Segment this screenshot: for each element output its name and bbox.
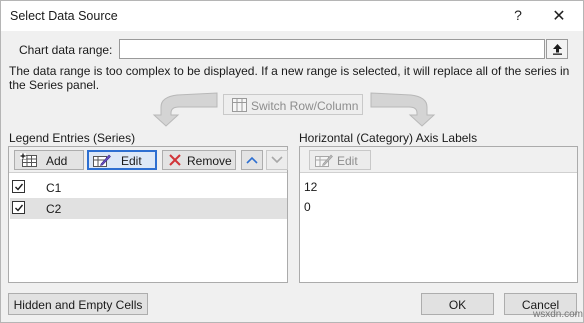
close-button[interactable]: ✕: [549, 6, 569, 25]
legend-entries-panel: Add Edit Remove C1 C2: [8, 146, 288, 283]
move-up-button[interactable]: [241, 150, 263, 170]
curved-arrow-right-icon: [370, 92, 436, 127]
series-checkbox[interactable]: [12, 201, 25, 214]
legend-entries-title: Legend Entries (Series): [9, 131, 136, 145]
series-name: C1: [46, 181, 62, 195]
range-too-complex-message: The data range is too complex to be disp…: [9, 64, 570, 92]
move-down-button[interactable]: [266, 150, 288, 170]
hidden-and-empty-cells-label: Hidden and Empty Cells: [13, 298, 143, 312]
curved-arrow-left-icon: [152, 92, 218, 127]
ok-button[interactable]: OK: [421, 293, 494, 315]
add-series-button[interactable]: Add: [14, 150, 84, 170]
edit-axis-labels-button[interactable]: Edit: [309, 150, 371, 170]
axis-edit-label: Edit: [337, 154, 358, 168]
chevron-up-icon: [246, 156, 258, 164]
edit-pencil-icon: [315, 154, 333, 167]
switch-row-column-label: Switch Row/Column: [251, 99, 359, 113]
chevron-down-icon: [271, 156, 283, 164]
dialog-title: Select Data Source: [10, 9, 118, 23]
checkmark-icon: [15, 204, 24, 212]
legend-toolbar: Add Edit Remove: [9, 147, 288, 173]
watermark-text: wsxdn.com: [533, 309, 584, 320]
axis-label-item: 0: [304, 200, 311, 214]
upload-arrow-icon: [553, 44, 562, 55]
edit-label: Edit: [121, 154, 142, 168]
remove-series-button[interactable]: Remove: [162, 150, 236, 170]
help-button[interactable]: ?: [508, 7, 528, 25]
axis-label-item: 12: [304, 180, 318, 194]
series-checkbox[interactable]: [12, 180, 25, 193]
ok-label: OK: [448, 298, 467, 312]
edit-series-button[interactable]: Edit: [87, 150, 157, 170]
axis-labels-title: Horizontal (Category) Axis Labels: [299, 131, 478, 145]
hidden-and-empty-cells-button[interactable]: Hidden and Empty Cells: [8, 293, 148, 315]
title-bar: Select Data Source ? ✕: [1, 1, 583, 31]
axis-toolbar: Edit: [300, 147, 577, 173]
swap-area: Switch Row/Column: [1, 91, 584, 131]
switch-row-column-icon: [232, 98, 247, 112]
add-table-icon: [20, 153, 37, 167]
series-row-c1[interactable]: C1: [10, 177, 287, 198]
series-name: C2: [46, 202, 62, 216]
series-row-c2[interactable]: C2: [10, 198, 287, 219]
remove-label: Remove: [187, 154, 232, 168]
checkmark-icon: [15, 183, 24, 191]
select-data-source-dialog: Select Data Source ? ✕ Chart data range:…: [0, 0, 584, 323]
remove-x-icon: [169, 154, 181, 166]
edit-pencil-icon: [93, 154, 111, 167]
chart-data-range-label: Chart data range:: [19, 43, 113, 57]
add-label: Add: [46, 154, 68, 168]
collapse-range-button[interactable]: [546, 39, 568, 59]
chart-data-range-input[interactable]: [119, 39, 545, 59]
switch-row-column-button[interactable]: Switch Row/Column: [223, 94, 363, 115]
axis-labels-panel: Edit 12 0: [299, 146, 578, 283]
